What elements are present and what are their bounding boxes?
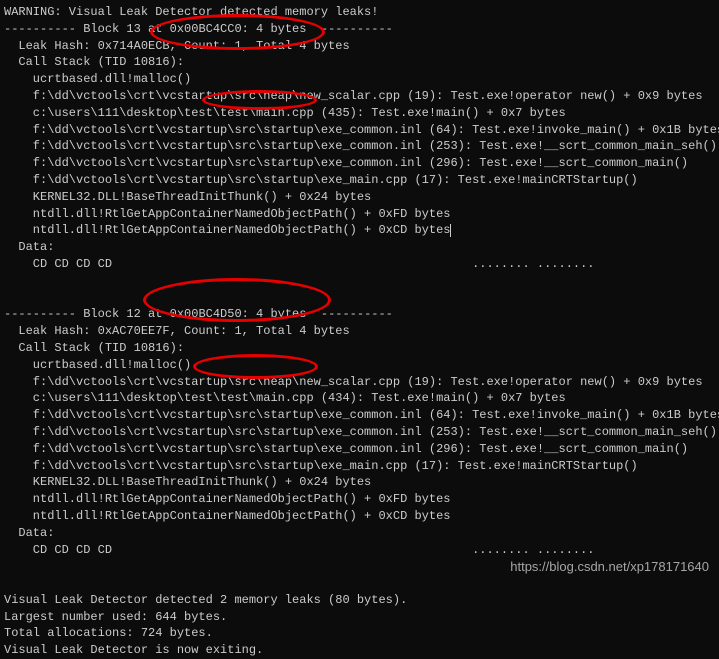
data-row: CD CD CD CD ........ ........ [4, 542, 719, 559]
data-label: Data: [4, 525, 719, 542]
stack-frame: ucrtbased.dll!malloc() [4, 71, 719, 88]
stack-frame: ntdll.dll!RtlGetAppContainerNamedObjectP… [4, 491, 719, 508]
summary-line: Visual Leak Detector is now exiting. [4, 642, 719, 659]
stack-frame: f:\dd\vctools\crt\vcstartup\src\startup\… [4, 458, 719, 475]
summary-line: Visual Leak Detector detected 2 memory l… [4, 592, 719, 609]
callstack-label: Call Stack (TID 10816): [4, 340, 719, 357]
stack-frame: c:\users\111\desktop\test\test\main.cpp … [4, 105, 719, 122]
stack-frame: f:\dd\vctools\crt\vcstartup\src\startup\… [4, 407, 719, 424]
data-row: CD CD CD CD ........ ........ [4, 256, 719, 273]
leak-hash: Leak Hash: 0xAC70EE7F, Count: 1, Total 4… [4, 323, 719, 340]
stack-frame: c:\users\111\desktop\test\test\main.cpp … [4, 390, 719, 407]
block-header: ---------- Block 12 at 0x00BC4D50: 4 byt… [4, 306, 719, 323]
stack-frame: KERNEL32.DLL!BaseThreadInitThunk() + 0x2… [4, 189, 719, 206]
leak-hash: Leak Hash: 0x714A0ECB, Count: 1, Total 4… [4, 38, 719, 55]
stack-frame: ntdll.dll!RtlGetAppContainerNamedObjectP… [4, 222, 719, 239]
stack-frame: f:\dd\vctools\crt\vcstartup\src\heap\new… [4, 88, 719, 105]
stack-frame: f:\dd\vctools\crt\vcstartup\src\startup\… [4, 441, 719, 458]
warning-line: WARNING: Visual Leak Detector detected m… [4, 4, 719, 21]
summary-line: Total allocations: 724 bytes. [4, 625, 719, 642]
text-cursor [450, 224, 451, 237]
summary-line: Largest number used: 644 bytes. [4, 609, 719, 626]
blank-line [4, 273, 719, 290]
block-header: ---------- Block 13 at 0x00BC4CC0: 4 byt… [4, 21, 719, 38]
stack-frame: KERNEL32.DLL!BaseThreadInitThunk() + 0x2… [4, 474, 719, 491]
stack-frame: ucrtbased.dll!malloc() [4, 357, 719, 374]
stack-frame: ntdll.dll!RtlGetAppContainerNamedObjectP… [4, 508, 719, 525]
stack-frame: f:\dd\vctools\crt\vcstartup\src\heap\new… [4, 374, 719, 391]
blank-line [4, 575, 719, 592]
data-label: Data: [4, 239, 719, 256]
stack-frame: f:\dd\vctools\crt\vcstartup\src\startup\… [4, 155, 719, 172]
stack-frame: f:\dd\vctools\crt\vcstartup\src\startup\… [4, 172, 719, 189]
callstack-label: Call Stack (TID 10816): [4, 54, 719, 71]
watermark: https://blog.csdn.net/xp178171640 [510, 558, 709, 576]
blank-line [4, 290, 719, 307]
stack-frame: f:\dd\vctools\crt\vcstartup\src\startup\… [4, 138, 719, 155]
stack-frame: f:\dd\vctools\crt\vcstartup\src\startup\… [4, 122, 719, 139]
stack-frame: ntdll.dll!RtlGetAppContainerNamedObjectP… [4, 206, 719, 223]
stack-frame: f:\dd\vctools\crt\vcstartup\src\startup\… [4, 424, 719, 441]
